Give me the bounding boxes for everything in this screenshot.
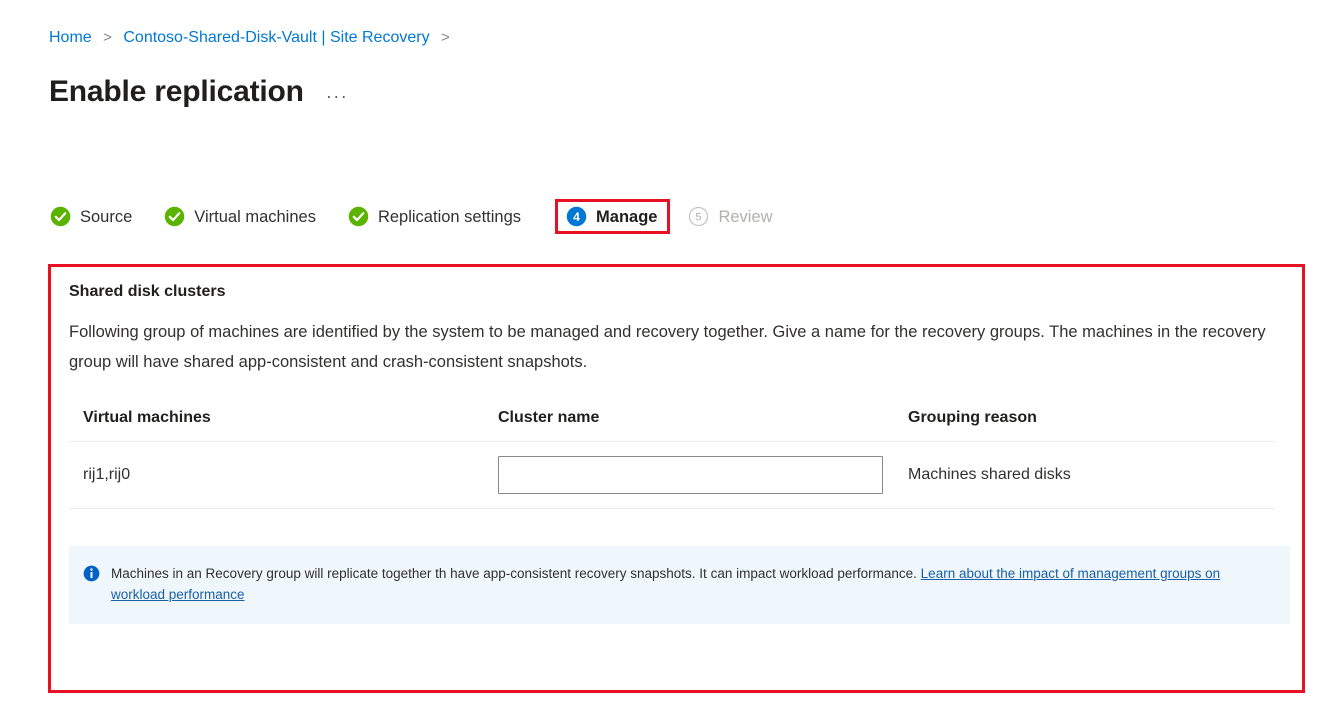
breadcrumb-item-vault[interactable]: Contoso-Shared-Disk-Vault | Site Recover… (123, 29, 429, 46)
cell-virtual-machines: rij1,rij0 (69, 441, 484, 509)
shared-disk-clusters-panel: Shared disk clusters Following group of … (48, 264, 1305, 693)
breadcrumb-item-home[interactable]: Home (49, 29, 92, 46)
breadcrumb-separator-2: > (441, 29, 450, 46)
column-header-grouping-reason: Grouping reason (894, 409, 1275, 442)
wizard-step-label: Replication settings (377, 207, 522, 226)
cluster-name-input[interactable] (498, 456, 883, 494)
cell-cluster-name (484, 441, 894, 509)
wizard-step-review[interactable]: 5 Review (684, 200, 780, 233)
column-header-cluster-name: Cluster name (484, 409, 894, 442)
check-circle-icon (50, 206, 71, 227)
step-number-icon: 4 (566, 206, 587, 227)
page-header: Enable replication ··· (49, 73, 348, 111)
wizard-steps: Source Virtual machines Replication sett… (46, 199, 801, 234)
table-header-row: Virtual machines Cluster name Grouping r… (69, 409, 1275, 442)
step-number-text: 5 (696, 212, 702, 224)
shared-disk-clusters-table: Virtual machines Cluster name Grouping r… (69, 409, 1275, 509)
wizard-step-label: Virtual machines (194, 207, 316, 226)
page-title: Enable replication (49, 75, 304, 108)
info-banner-text: Machines in an Recovery group will repli… (111, 563, 1274, 605)
wizard-step-virtual-machines[interactable]: Virtual machines (160, 200, 324, 233)
wizard-step-label: Review (718, 207, 773, 226)
breadcrumb: Home > Contoso-Shared-Disk-Vault | Site … (49, 28, 457, 48)
wizard-step-label: Source (80, 207, 133, 226)
wizard-step-label: Manage (596, 207, 658, 226)
column-header-virtual-machines: Virtual machines (69, 409, 484, 442)
wizard-step-replication-settings[interactable]: Replication settings (344, 200, 529, 233)
step-number-icon: 5 (689, 206, 709, 227)
check-circle-icon (348, 206, 369, 227)
section-heading: Shared disk clusters (69, 283, 226, 300)
breadcrumb-separator-1: > (103, 29, 112, 46)
wizard-step-source[interactable]: Source (46, 200, 140, 233)
step-number-text: 4 (573, 210, 580, 224)
info-banner-message: Machines in an Recovery group will repli… (111, 566, 921, 581)
table-row: rij1,rij0 Machines shared disks (69, 441, 1275, 509)
more-actions-icon[interactable]: ··· (326, 87, 348, 105)
section-description: Following group of machines are identifi… (69, 323, 1266, 371)
info-banner: Machines in an Recovery group will repli… (69, 546, 1290, 624)
cell-grouping-reason: Machines shared disks (894, 441, 1275, 509)
wizard-step-manage[interactable]: 4 Manage (555, 199, 671, 234)
check-circle-icon (165, 206, 185, 227)
info-circle-icon (83, 565, 100, 582)
